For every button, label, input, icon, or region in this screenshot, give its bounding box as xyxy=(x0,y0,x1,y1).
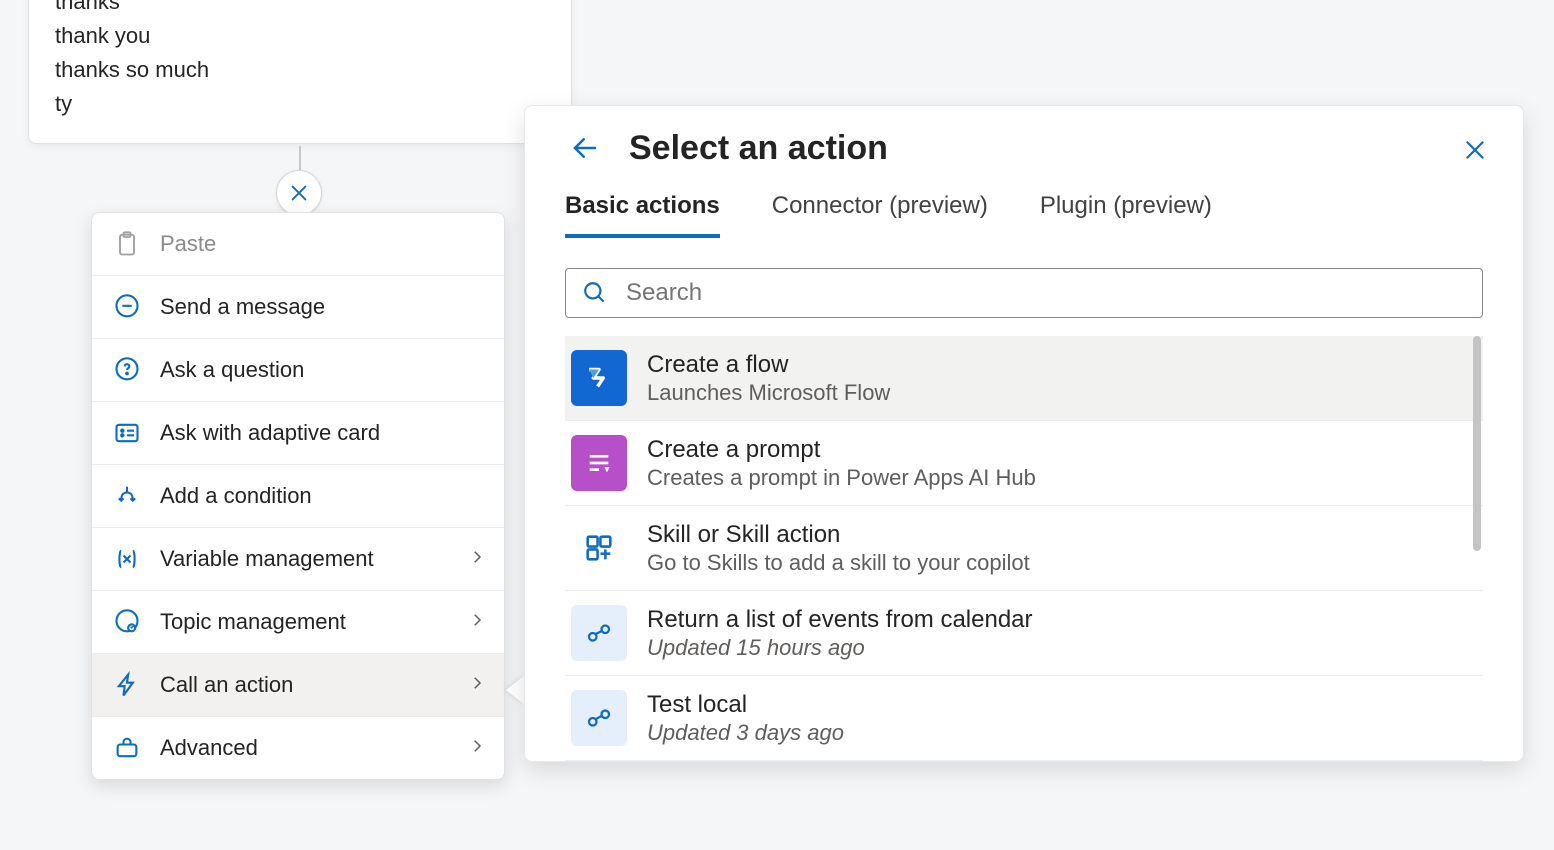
arrow-left-icon xyxy=(570,133,600,163)
menu-label: Paste xyxy=(160,231,216,257)
back-button[interactable] xyxy=(565,128,605,168)
action-item-test-local[interactable]: Test local Updated 3 days ago xyxy=(565,676,1483,761)
menu-label: Send a message xyxy=(160,294,325,320)
flyout-pointer xyxy=(506,676,524,704)
node-context-menu: Paste Send a message Ask a question xyxy=(91,212,505,780)
menu-label: Ask with adaptive card xyxy=(160,420,380,446)
panel-header: Select an action xyxy=(565,128,1483,168)
chevron-right-icon xyxy=(468,672,486,698)
branch-icon xyxy=(110,481,144,511)
phrase-item: ty xyxy=(55,87,545,121)
topic-icon xyxy=(110,607,144,637)
chevron-right-icon xyxy=(468,609,486,635)
action-title: Skill or Skill action xyxy=(647,520,1030,550)
search-input[interactable] xyxy=(626,279,1466,307)
phrase-item: thanks so much xyxy=(55,53,545,87)
menu-item-topic-management[interactable]: Topic management xyxy=(92,591,504,654)
menu-item-advanced[interactable]: Advanced xyxy=(92,717,504,779)
menu-label: Add a condition xyxy=(160,483,312,509)
close-icon xyxy=(288,182,310,204)
clipboard-icon xyxy=(110,229,144,259)
close-icon xyxy=(1462,137,1488,163)
action-subtitle: Updated 3 days ago xyxy=(647,720,844,746)
action-item-create-flow[interactable]: Create a flow Launches Microsoft Flow xyxy=(565,336,1483,421)
action-title: Create a flow xyxy=(647,350,890,380)
phrase-item: thanks xyxy=(55,0,545,19)
action-item-calendar-events[interactable]: Return a list of events from calendar Up… xyxy=(565,591,1483,676)
menu-label: Advanced xyxy=(160,735,258,761)
menu-item-send-message[interactable]: Send a message xyxy=(92,276,504,339)
action-subtitle: Creates a prompt in Power Apps AI Hub xyxy=(647,465,1036,491)
tab-plugin[interactable]: Plugin (preview) xyxy=(1040,192,1212,238)
menu-item-call-action[interactable]: Call an action xyxy=(92,654,504,717)
panel-tabs: Basic actions Connector (preview) Plugin… xyxy=(565,192,1483,238)
flow-icon xyxy=(571,350,627,406)
message-icon xyxy=(110,292,144,322)
skill-icon xyxy=(571,520,627,576)
toolbox-icon xyxy=(110,733,144,763)
menu-item-ask-question[interactable]: Ask a question xyxy=(92,339,504,402)
scrollbar-thumb[interactable] xyxy=(1473,336,1481,551)
cloud-flow-icon xyxy=(571,690,627,746)
action-subtitle: Go to Skills to add a skill to your copi… xyxy=(647,550,1030,576)
panel-title: Select an action xyxy=(629,129,888,168)
search-box[interactable] xyxy=(565,268,1483,318)
menu-label: Variable management xyxy=(160,546,374,572)
tab-connector[interactable]: Connector (preview) xyxy=(772,192,988,238)
action-item-skill[interactable]: Skill or Skill action Go to Skills to ad… xyxy=(565,506,1483,591)
action-subtitle: Updated 15 hours ago xyxy=(647,635,1033,661)
trigger-phrases-card: thanks thank you thanks so much ty xyxy=(28,0,572,144)
close-panel-button[interactable] xyxy=(1457,132,1493,168)
cloud-flow-icon xyxy=(571,605,627,661)
variable-icon xyxy=(110,544,144,574)
menu-label: Ask a question xyxy=(160,357,304,383)
lightning-icon xyxy=(110,670,144,700)
action-subtitle: Launches Microsoft Flow xyxy=(647,380,890,406)
prompt-icon xyxy=(571,435,627,491)
tab-basic-actions[interactable]: Basic actions xyxy=(565,192,720,238)
action-title: Create a prompt xyxy=(647,435,1036,465)
action-title: Test local xyxy=(647,690,844,720)
action-list: Create a flow Launches Microsoft Flow Cr… xyxy=(565,336,1483,761)
action-item-create-prompt[interactable]: Create a prompt Creates a prompt in Powe… xyxy=(565,421,1483,506)
close-add-node-button[interactable] xyxy=(276,170,322,216)
chevron-right-icon xyxy=(468,546,486,572)
question-icon xyxy=(110,355,144,385)
search-icon xyxy=(582,280,608,306)
menu-item-variable-management[interactable]: Variable management xyxy=(92,528,504,591)
menu-item-paste[interactable]: Paste xyxy=(92,213,504,276)
menu-item-add-condition[interactable]: Add a condition xyxy=(92,465,504,528)
phrase-item: thank you xyxy=(55,19,545,53)
menu-label: Call an action xyxy=(160,672,293,698)
menu-label: Topic management xyxy=(160,609,346,635)
action-title: Return a list of events from calendar xyxy=(647,605,1033,635)
select-action-panel: Select an action Basic actions Connector… xyxy=(524,105,1524,762)
menu-item-ask-adaptive[interactable]: Ask with adaptive card xyxy=(92,402,504,465)
chevron-right-icon xyxy=(468,735,486,761)
adaptive-card-icon xyxy=(110,418,144,448)
